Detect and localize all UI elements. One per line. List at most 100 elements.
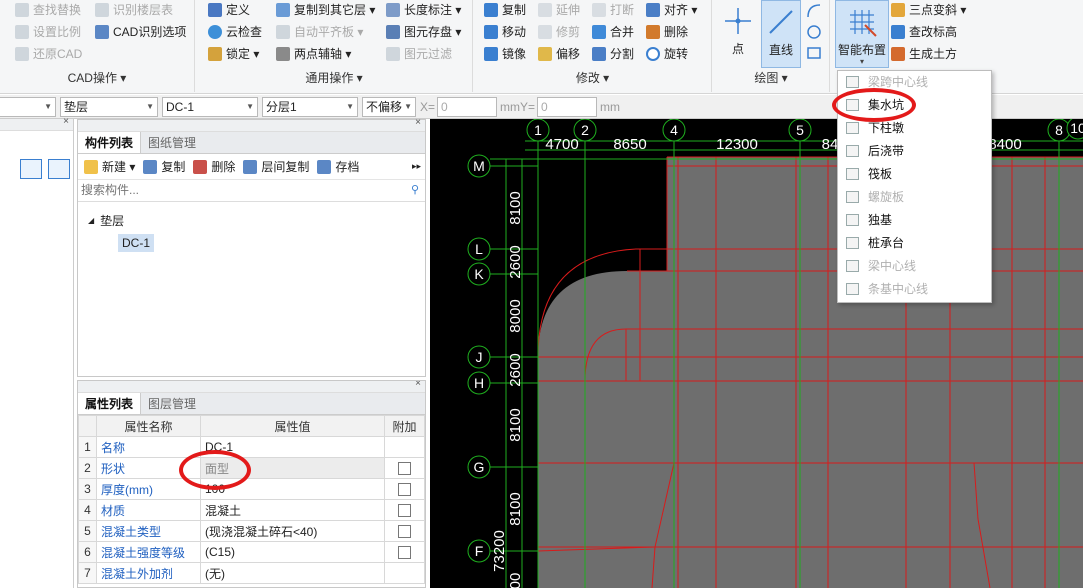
more-icon[interactable]: ▸▸ [412,161,421,172]
three-point-slope-button[interactable]: 三点变斜 ▾ [891,0,966,20]
x-input[interactable]: 0 [437,97,497,117]
axis-bubble-left[interactable]: J [467,345,491,369]
search-input[interactable] [78,180,398,200]
cad-identify-options-button[interactable]: CAD识别选项 [95,22,186,42]
split-button[interactable]: 分割 [592,44,634,64]
table-row[interactable]: 2 形状 面型 [78,457,425,479]
attach-checkbox[interactable] [398,525,411,539]
find-replace-button[interactable]: 查找替换 [15,0,81,20]
property-value[interactable]: 混凝土 [200,499,385,521]
copy-component-button[interactable]: 复制 [143,158,185,175]
length-dimension-button[interactable]: 长度标注 ▾ [386,0,461,20]
circle-icon[interactable] [805,23,823,41]
dropdown-item[interactable]: 独基 [838,209,991,232]
set-scale-button[interactable]: 设置比例 [15,22,81,42]
offset-button[interactable]: 偏移 [538,44,580,64]
attach-checkbox[interactable] [398,504,411,518]
axis-bubble-left[interactable]: G [467,455,491,479]
raft-slab-area[interactable] [538,157,1083,588]
attach-checkbox[interactable] [398,462,411,476]
generate-earthwork-button[interactable]: 生成土方 [891,44,957,64]
table-row[interactable]: 4 材质 混凝土 [78,499,425,521]
property-value[interactable]: (现浇混凝土碎石<40) [200,520,385,542]
table-row[interactable]: 5 混凝土类型 (现浇混凝土碎石<40) [78,520,425,542]
auto-align-slab-button[interactable]: 自动平齐板 ▾ [276,22,363,42]
delete-button[interactable]: 删除 [646,22,688,42]
axis-bubble-top[interactable]: 4 [662,119,686,142]
rotate-button[interactable]: 旋转 [646,44,688,64]
copy-to-other-floor-button[interactable]: 复制到其它层 ▾ [276,0,375,20]
delete-component-button[interactable]: 删除 [193,158,235,175]
table-row[interactable]: 1 名称 DC-1 [78,436,425,458]
merge-button[interactable]: 合并 [592,22,634,42]
table-row[interactable]: 7 混凝土外加剂 (无) [78,562,425,584]
axis-bubble-left[interactable]: F [467,539,491,563]
search-icon[interactable]: ⚲ [411,183,419,196]
line-button[interactable]: 直线 [761,0,801,68]
list-view-icon[interactable] [20,159,42,179]
axis-bubble-left[interactable]: H [467,371,491,395]
dropdown-item[interactable]: 条基中心线 [838,278,991,301]
element-save-button[interactable]: 图元存盘 ▾ [386,22,461,42]
axis-bubble-top[interactable]: 10 [1066,119,1083,140]
new-button[interactable]: 新建 ▾ [84,158,135,175]
floor-select[interactable]: ▼ [0,97,56,117]
axis-bubble-left[interactable]: L [467,237,491,261]
property-value[interactable]: (C15) [200,541,385,563]
point-button[interactable]: 点 [719,0,757,57]
attach-checkbox[interactable] [398,546,411,560]
axis-bubble-left[interactable]: M [467,154,491,178]
close-icon[interactable]: × [63,116,69,127]
tree-node-dc1[interactable]: DC-1 [118,234,155,252]
close-icon[interactable]: × [415,117,421,128]
mirror-button[interactable]: 镜像 [484,44,526,64]
group-title[interactable]: 修改 ▾ [474,69,711,86]
arc-icon[interactable] [805,2,823,20]
axis-bubble-top[interactable]: 5 [788,119,812,142]
two-point-axis-button[interactable]: 两点辅轴 ▾ [276,44,351,64]
layer-select[interactable]: 垫层 ▼ [60,97,158,117]
y-input[interactable]: 0 [537,97,597,117]
group-title[interactable]: 通用操作 ▾ [196,69,472,86]
dropdown-item[interactable]: 筏板 [838,163,991,186]
align-button[interactable]: 对齐 ▾ [646,0,697,20]
smart-layout-button[interactable]: 智能布置 ▾ [835,0,889,68]
define-button[interactable]: 定义 [208,0,250,20]
offset-select[interactable]: 不偏移 ▼ [362,97,416,117]
table-row[interactable]: 6 混凝土强度等级 (C15) [78,541,425,563]
extend-button[interactable]: 延伸 [538,0,580,20]
rectangle-icon[interactable] [805,44,823,62]
tab-property-list[interactable]: 属性列表 [78,393,142,414]
identify-floor-table-button[interactable]: 识别楼层表 [95,0,173,20]
dropdown-item[interactable]: 桩承台 [838,232,991,255]
tab-layer-management[interactable]: 图层管理 [141,393,203,414]
tree-view-icon[interactable] [48,159,70,179]
copy-button[interactable]: 复制 [484,0,526,20]
axis-bubble-left[interactable]: K [467,262,491,286]
lock-button[interactable]: 锁定 ▾ [208,44,259,64]
cloud-check-button[interactable]: 云检查 [208,22,262,42]
tree-node-root[interactable]: ◢ 垫层 [88,210,425,230]
dropdown-item[interactable]: 后浇带 [838,140,991,163]
element-filter-button[interactable]: 图元过滤 [386,44,452,64]
move-button[interactable]: 移动 [484,22,526,42]
tab-drawing-management[interactable]: 图纸管理 [141,132,203,153]
break-button[interactable]: 打断 [592,0,634,20]
table-row[interactable]: 3 厚度(mm) 100 [78,478,425,500]
dropdown-item[interactable]: 梁中心线 [838,255,991,278]
archive-button[interactable]: 存档 [317,158,359,175]
trim-button[interactable]: 修剪 [538,22,580,42]
sublayer-select[interactable]: 分层1 ▼ [262,97,358,117]
restore-cad-button[interactable]: 还原CAD [15,44,82,64]
attach-checkbox[interactable] [398,483,411,497]
dropdown-item[interactable]: 螺旋板 [838,186,991,209]
close-icon[interactable]: × [415,381,421,389]
component-select[interactable]: DC-1 ▼ [162,97,258,117]
check-elevation-button[interactable]: 查改标高 [891,22,957,42]
tab-component-list[interactable]: 构件列表 [78,132,142,153]
group-title[interactable]: 绘图 ▾ [713,69,829,86]
collapse-icon[interactable]: ◢ [88,216,94,225]
property-value[interactable]: (无) [200,562,385,584]
copy-between-floors-button[interactable]: 层间复制 [243,158,309,175]
group-title[interactable]: CAD操作 ▾ [0,69,194,86]
